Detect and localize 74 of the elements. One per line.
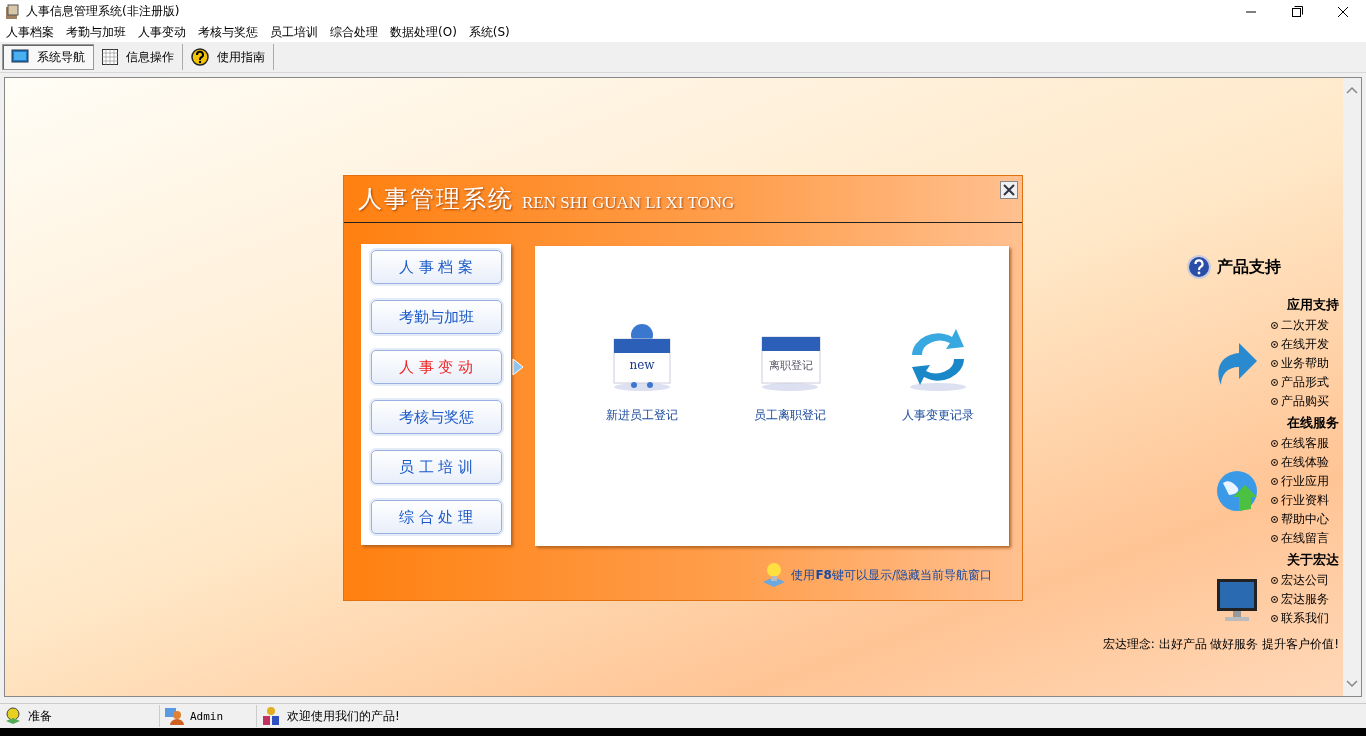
nav-button[interactable]: 考核与奖惩 xyxy=(370,400,502,434)
bullet-icon xyxy=(1271,478,1278,485)
bullet-icon xyxy=(1271,459,1278,466)
support-link[interactable]: 行业资料 xyxy=(1271,491,1329,510)
hint-text: 使用F8键可以显示/隐藏当前导航窗口 xyxy=(791,566,992,584)
nav-button[interactable]: 综 合 处 理 xyxy=(370,500,502,534)
menu-item[interactable]: 数据处理(O) xyxy=(386,24,465,41)
bullet-icon xyxy=(1271,535,1278,542)
support-title: 产品支持 xyxy=(1217,256,1281,278)
dialog-subtitle: REN SHI GUAN LI XI TONG xyxy=(522,193,735,213)
support-link[interactable]: 在线留言 xyxy=(1271,529,1329,548)
support-link[interactable]: 联系我们 xyxy=(1271,609,1329,628)
monitor-icon xyxy=(11,49,29,65)
action-item[interactable]: new 新进员工登记 xyxy=(583,321,701,424)
nav-button[interactable]: 员 工 培 训 xyxy=(370,450,502,484)
globe-icon xyxy=(1215,469,1259,513)
support-link[interactable]: 帮助中心 xyxy=(1271,510,1329,529)
scroll-up-icon[interactable] xyxy=(1346,86,1358,94)
support-link[interactable]: 业务帮助 xyxy=(1271,354,1329,373)
toolbar-tab[interactable]: 系统导航 xyxy=(2,44,94,70)
help-icon xyxy=(1187,255,1211,279)
menu-item[interactable]: 人事变动 xyxy=(134,24,194,41)
section-heading: 在线服务 xyxy=(1287,415,1339,432)
bullet-icon xyxy=(1271,497,1278,504)
bullet-icon xyxy=(1271,322,1278,329)
users-icon xyxy=(261,706,281,726)
menu-item[interactable]: 员工培训 xyxy=(266,24,326,41)
support-link[interactable]: 在线客服 xyxy=(1271,434,1329,453)
user-icon xyxy=(164,707,184,725)
monitor-icon xyxy=(1215,576,1259,623)
menu-item[interactable]: 考勤与加班 xyxy=(62,24,134,41)
grid-icon xyxy=(102,49,118,65)
bullet-icon xyxy=(1271,341,1278,348)
toolbar-tab[interactable]: 使用指南 xyxy=(183,44,274,70)
arrow-icon xyxy=(1215,340,1259,387)
bullet-icon xyxy=(1271,398,1278,405)
bullet-icon xyxy=(1271,379,1278,386)
dialog-title: 人事管理系统 xyxy=(358,184,514,215)
help-icon xyxy=(191,48,209,66)
support-link[interactable]: 宏达服务 xyxy=(1271,590,1329,609)
bullet-icon xyxy=(1271,440,1278,447)
support-link[interactable]: 在线体验 xyxy=(1271,453,1329,472)
section-heading: 应用支持 xyxy=(1287,297,1339,314)
action-item[interactable]: 人事变更记录 xyxy=(879,321,997,424)
menu-item[interactable]: 考核与奖惩 xyxy=(194,24,266,41)
status-text: 准备 xyxy=(28,707,52,725)
bullet-icon xyxy=(1271,615,1278,622)
action-item[interactable]: 离职登记 员工离职登记 xyxy=(731,321,849,424)
lightbulb-icon xyxy=(4,707,22,725)
bullet-icon xyxy=(1271,360,1278,367)
slogan-text: 宏达理念: 出好产品 做好服务 提升客户价值! xyxy=(1102,636,1339,653)
support-link[interactable]: 宏达公司 xyxy=(1271,571,1329,590)
support-link[interactable]: 行业应用 xyxy=(1271,472,1329,491)
section-heading: 关于宏达 xyxy=(1287,552,1339,569)
status-text: Admin xyxy=(190,709,224,723)
status-text: 欢迎使用我们的产品! xyxy=(287,707,400,725)
menu-item[interactable]: 综合处理 xyxy=(326,24,386,41)
support-link[interactable]: 在线开发 xyxy=(1271,335,1329,354)
nav-button[interactable]: 人 事 变 动 xyxy=(370,350,502,384)
menu-item[interactable]: 人事档案 xyxy=(2,24,62,41)
window-title: 人事信息管理系统(非注册版) xyxy=(26,3,180,20)
app-icon xyxy=(4,3,20,20)
support-link[interactable]: 产品形式 xyxy=(1271,373,1329,392)
support-link[interactable]: 产品购买 xyxy=(1271,392,1329,411)
scroll-down-icon[interactable] xyxy=(1346,680,1358,688)
nav-button[interactable]: 人 事 档 案 xyxy=(370,250,502,284)
bullet-icon xyxy=(1271,577,1278,584)
close-icon[interactable] xyxy=(1000,181,1018,199)
support-link[interactable]: 二次开发 xyxy=(1271,316,1329,335)
nav-button[interactable]: 考勤与加班 xyxy=(370,300,502,334)
menu-item[interactable]: 系统(S) xyxy=(464,24,518,41)
toolbar-tab[interactable]: 信息操作 xyxy=(94,44,183,70)
bullet-icon xyxy=(1271,516,1278,523)
bullet-icon xyxy=(1271,596,1278,603)
